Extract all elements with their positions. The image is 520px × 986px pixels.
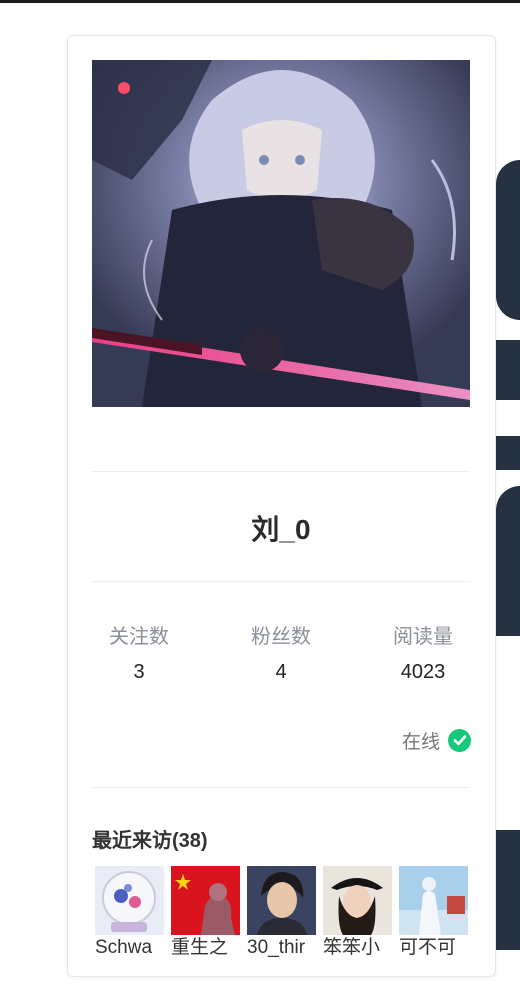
stat-followers-label: 粉丝数	[251, 626, 311, 648]
visitor-item[interactable]: Schwa	[95, 866, 164, 959]
divider-middle	[92, 581, 470, 582]
divider-top	[92, 471, 470, 472]
visitor-name: 可不可	[399, 937, 457, 958]
visitor-avatar	[95, 866, 164, 935]
stat-following-value: 3	[133, 661, 145, 683]
visitor-avatar	[247, 866, 316, 935]
visitor-avatar	[323, 866, 392, 935]
online-status-text: 在线	[401, 731, 440, 753]
visitor-item[interactable]: 笨笨小	[323, 866, 392, 959]
visitor-name: 笨笨小	[323, 937, 381, 958]
visitor-name: 30_thir	[247, 937, 306, 958]
stat-following-label: 关注数	[109, 626, 169, 648]
visitor-item[interactable]: 可不可	[399, 866, 468, 959]
stat-following[interactable]: 关注数 3	[76, 620, 202, 684]
profile-card: 刘_0 关注数 3 粉丝数 4 阅读量 4023 在线 最近来访(38) Sch…	[67, 35, 496, 977]
recent-visits-title: 最近来访(38)	[92, 830, 208, 852]
visitor-avatar	[399, 866, 468, 935]
stat-followers-value: 4	[275, 661, 287, 683]
visitor-item[interactable]: 30_thir	[247, 866, 316, 959]
stat-reads-label: 阅读量	[393, 626, 453, 648]
stat-reads[interactable]: 阅读量 4023	[360, 620, 486, 684]
check-circle-icon	[448, 728, 471, 752]
visitor-item[interactable]: 重生之	[171, 866, 240, 959]
visitor-name: Schwa	[95, 937, 153, 958]
visitor-avatar	[171, 866, 240, 935]
divider-bottom	[92, 787, 470, 788]
stat-reads-value: 4023	[400, 661, 446, 683]
profile-avatar[interactable]	[92, 60, 470, 407]
online-status: 在线	[401, 728, 471, 753]
recent-visitors-list: Schwa 重生之 30_thir 笨笨小 可不可	[95, 866, 475, 986]
stat-followers[interactable]: 粉丝数 4	[218, 620, 344, 684]
profile-username: 刘_0	[251, 514, 311, 545]
avatar-illustration	[92, 60, 470, 407]
top-bar	[0, 0, 520, 3]
visitor-name: 重生之	[171, 937, 229, 958]
